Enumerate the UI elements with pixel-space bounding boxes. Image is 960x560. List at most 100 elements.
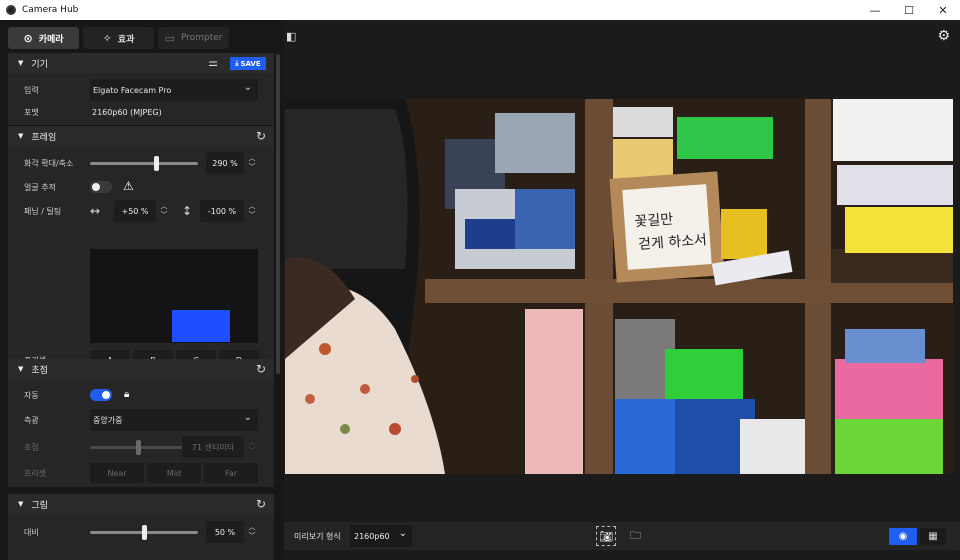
prompter-icon: ▭ <box>164 31 175 45</box>
format-value: 2160p60 (MJPEG) <box>92 107 162 117</box>
title-bar: Camera Hub — ☐ ✕ <box>0 0 960 20</box>
focus-section-header[interactable]: ▼ 초점 ↻ <box>8 359 274 379</box>
focus-distance-label: 초점 <box>24 442 39 452</box>
save-label: SAVE <box>240 59 261 68</box>
autofocus-row: 자동 🔒︎ <box>8 384 274 406</box>
preview-format-value: 2160p60 <box>354 531 390 541</box>
contrast-value-field[interactable]: 50 % <box>206 521 244 543</box>
pan-tilt-pad[interactable] <box>90 249 258 343</box>
device-section: ▼ 기기 ⚌ ⤓ SAVE 입력 Elgato Facecam Pro ⌄ 포맷… <box>8 53 274 125</box>
preview-format-select[interactable]: 2160p60 ⌄ <box>350 525 412 547</box>
snapshot-button[interactable]: 📷︎ <box>596 526 616 546</box>
input-value: Elgato Facecam Pro <box>93 85 172 95</box>
frame-section: ▼ 프레임 ↻ 화각 확대/축소 290 % ︿ ﹀ 얼굴 추적 ⚠ 패닝 / 틸… <box>8 126 274 374</box>
settings-sidebar: ⊙ 카메라 ✧ 효과 ▭ Prompter ▼ 기기 ⚌ ⤓ SAVE 입력 E… <box>0 20 282 560</box>
autofocus-toggle[interactable] <box>90 389 112 401</box>
zoom-slider[interactable] <box>90 156 198 171</box>
input-row: 입력 Elgato Facecam Pro ⌄ <box>8 79 274 101</box>
chevron-down-icon: ﹀ <box>248 532 256 540</box>
save-button[interactable]: ⤓ SAVE <box>230 57 266 70</box>
zoom-stepper[interactable]: ︿ ﹀ <box>246 152 258 174</box>
frame-section-header[interactable]: ▼ 프레임 ↻ <box>8 126 274 146</box>
sidebar-toggle-icon[interactable]: ◧ <box>286 30 296 43</box>
input-label: 입력 <box>24 85 39 95</box>
focus-slider-knob[interactable] <box>136 440 141 455</box>
reset-icon[interactable]: ↻ <box>256 129 266 143</box>
lock-icon[interactable]: 🔒︎ <box>124 389 129 400</box>
face-tracking-row: 얼굴 추적 ⚠ <box>8 176 274 198</box>
preview-toolbar: 미리보기 형식 2160p60 ⌄ 📷︎ 🗀 ◉ ▦ <box>284 522 960 550</box>
warning-icon[interactable]: ⚠ <box>123 179 134 193</box>
tab-effects[interactable]: ✧ 효과 <box>83 27 154 49</box>
chevron-up-icon: ︿ <box>160 202 168 210</box>
adjust-settings-icon[interactable]: ⚌ <box>208 56 218 69</box>
metering-value: 중앙가중 <box>93 415 123 425</box>
tab-camera[interactable]: ⊙ 카메라 <box>8 27 79 49</box>
focus-near-button[interactable]: Near <box>90 463 144 483</box>
svg-text:꽃길만: 꽃길만 <box>634 212 674 231</box>
camera-hub-app-icon <box>6 5 16 15</box>
input-select[interactable]: Elgato Facecam Pro ⌄ <box>90 79 258 101</box>
camera-preview-image: 꽃길만 걷게 하소서 <box>285 99 953 474</box>
metering-label: 측광 <box>24 415 39 425</box>
frame-position-indicator[interactable] <box>172 310 230 342</box>
camera-preview: 꽃길만 걷게 하소서 <box>285 99 953 474</box>
contrast-stepper[interactable]: ︿ ﹀ <box>246 521 258 543</box>
focus-mid-button[interactable]: Mid <box>147 463 201 483</box>
picture-section-header[interactable]: ▼ 그림 ↻ <box>8 494 274 514</box>
tab-prompter-label: Prompter <box>180 33 223 43</box>
chevron-down-icon: ﹀ <box>248 211 256 219</box>
picture-section: ▼ 그림 ↻ 대비 50 % ︿ ﹀ <box>8 494 274 560</box>
maximize-button[interactable]: ☐ <box>892 0 926 20</box>
magic-wand-icon: ✧ <box>102 31 112 45</box>
tab-prompter[interactable]: ▭ Prompter <box>158 27 229 49</box>
sidebar-scrollbar[interactable] <box>276 54 280 374</box>
folder-icon[interactable]: 🗀 <box>630 527 641 546</box>
chevron-down-icon: ﹀ <box>160 211 168 219</box>
tilt-value-field[interactable]: -100 % <box>200 200 244 222</box>
focus-preset-row: 프리셋 Near Mid Far <box>8 462 274 484</box>
tilt-vertical-icon: ↕ <box>182 204 193 218</box>
chevron-up-icon: ︿ <box>248 523 256 531</box>
preview-visibility-button[interactable]: ◉ <box>889 528 917 545</box>
focus-distance-row: 초점 71 센티미터 ︿ ﹀ <box>8 436 274 458</box>
zoom-label: 화각 확대/축소 <box>24 158 74 168</box>
reset-icon[interactable]: ↻ <box>256 362 266 376</box>
window-title: Camera Hub <box>22 5 79 15</box>
pan-tilt-label: 패닝 / 틸팅 <box>24 206 62 216</box>
contrast-slider-knob[interactable] <box>142 525 147 540</box>
zoom-slider-knob[interactable] <box>154 156 159 171</box>
toggle-knob <box>92 183 100 191</box>
picture-section-title: 그림 <box>31 500 48 511</box>
chevron-up-icon: ︿ <box>248 154 256 162</box>
pan-value-field[interactable]: +50 % <box>114 200 156 222</box>
face-tracking-toggle[interactable] <box>90 181 112 193</box>
focus-far-button[interactable]: Far <box>204 463 258 483</box>
download-icon: ⤓ <box>235 59 239 67</box>
camera-icon: ⊙ <box>23 31 33 45</box>
autofocus-label: 자동 <box>24 390 39 400</box>
chevron-down-icon: ⌄ <box>243 82 252 93</box>
focus-distance-field[interactable]: 71 센티미터 <box>182 436 244 458</box>
focus-stepper[interactable]: ︿ ﹀ <box>246 436 258 458</box>
close-button[interactable]: ✕ <box>926 0 960 20</box>
minimize-button[interactable]: — <box>858 0 892 20</box>
gear-icon[interactable]: ⚙ <box>937 28 950 44</box>
contrast-label: 대비 <box>24 527 39 537</box>
chevron-down-icon: ⌄ <box>398 528 407 539</box>
camera-snapshot-icon: 📷︎ <box>599 529 613 543</box>
zoom-value-field[interactable]: 290 % <box>206 152 244 174</box>
contrast-slider[interactable] <box>90 525 198 540</box>
tilt-stepper[interactable]: ︿ ﹀ <box>246 200 258 222</box>
format-label: 포맷 <box>24 107 39 117</box>
zoom-row: 화각 확대/축소 290 % ︿ ﹀ <box>8 152 274 174</box>
face-tracking-label: 얼굴 추적 <box>24 182 56 192</box>
metering-select[interactable]: 중앙가중 ⌄ <box>90 409 258 431</box>
chevron-down-icon: ﹀ <box>248 163 256 171</box>
grid-overlay-button[interactable]: ▦ <box>920 528 946 545</box>
device-section-header[interactable]: ▼ 기기 ⚌ ⤓ SAVE <box>8 53 274 73</box>
pan-stepper[interactable]: ︿ ﹀ <box>158 200 170 222</box>
reset-icon[interactable]: ↻ <box>256 497 266 511</box>
focus-section-title: 초점 <box>31 365 48 376</box>
chevron-up-icon: ︿ <box>248 438 256 446</box>
